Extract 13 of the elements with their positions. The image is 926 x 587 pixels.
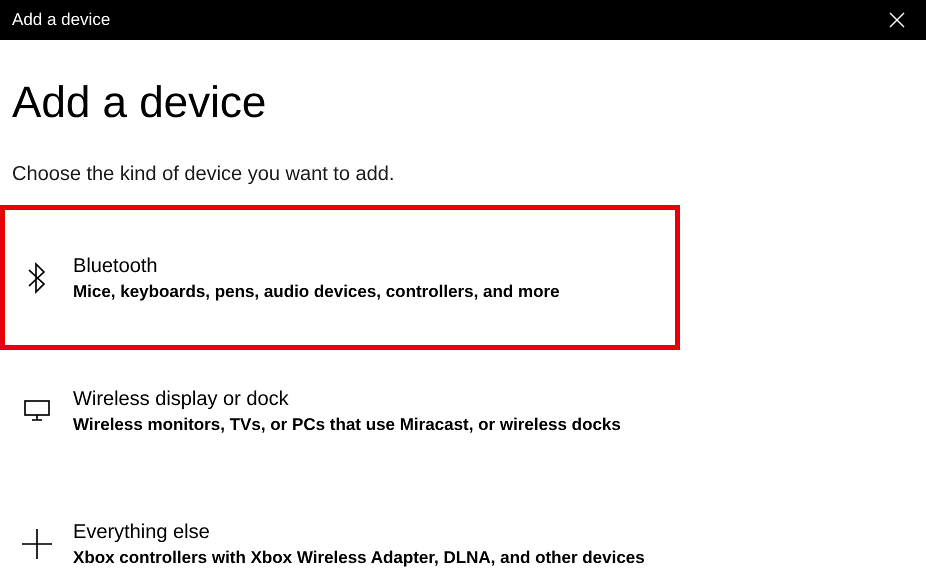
option-title: Wireless display or dock bbox=[73, 386, 290, 412]
device-option[interactable]: Bluetooth Mice, keyboards, pens, audio devices, controllers, and more bbox=[0, 205, 680, 350]
option-title: Everything else bbox=[73, 520, 211, 544]
window-title: Add a device bbox=[12, 9, 110, 32]
page-heading: Add a device bbox=[11, 77, 268, 129]
option-title: Bluetooth bbox=[73, 254, 159, 278]
option-description: Wireless monitors, TVs, or PCs that use Miracast, or wireless docks bbox=[73, 414, 621, 436]
option-description: Xbox controllers with Xbox Wireless Adapter, DLNA, and other devices bbox=[73, 546, 645, 568]
plus-icon bbox=[22, 528, 52, 558]
subtitle: Choose the kind of device you want to add. bbox=[11, 162, 396, 187]
option-description: Mice, keyboards, pens, audio devices, controllers, and more bbox=[73, 280, 560, 302]
close-icon bbox=[889, 12, 905, 28]
monitor-icon bbox=[24, 398, 50, 422]
